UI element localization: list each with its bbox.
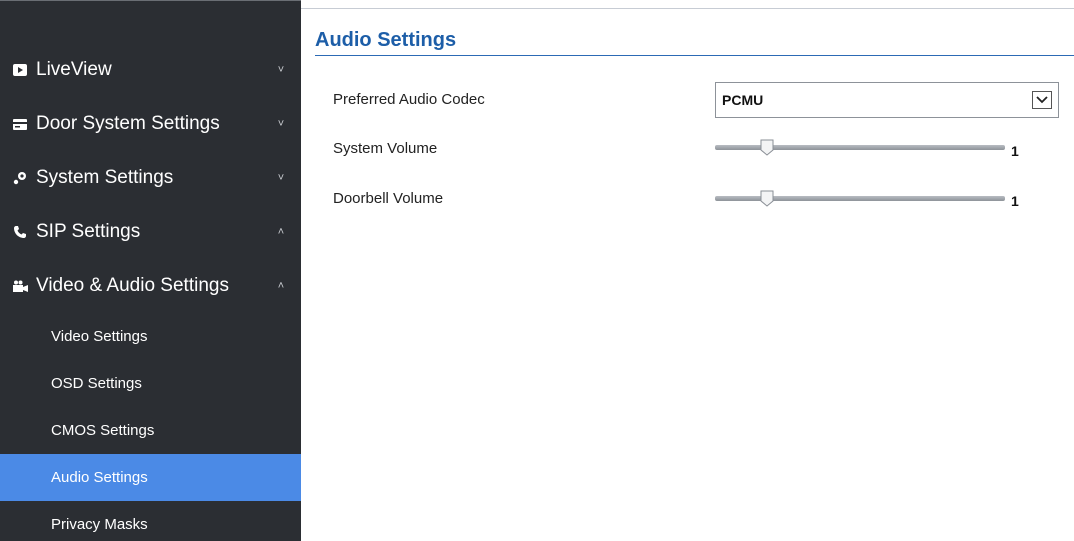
chevron-up-icon: ˄: [277, 280, 285, 292]
play-square-icon: [12, 62, 28, 78]
video-camera-icon: [12, 278, 28, 294]
audio-codec-select[interactable]: PCMU: [715, 82, 1059, 118]
system-gear-icon: [12, 170, 28, 186]
sidebar-item-door-system-settings[interactable]: Door System Settings ˅: [0, 97, 301, 151]
doorbell-volume-label: Doorbell Volume: [333, 190, 444, 207]
slider-thumb[interactable]: [760, 139, 774, 156]
doorbell-volume-value: 1: [1011, 193, 1019, 209]
slider-track: [715, 196, 1005, 201]
main-content: Audio Settings Preferred Audio Codec PCM…: [301, 0, 1074, 541]
system-volume-value: 1: [1011, 143, 1019, 159]
sidebar-subitem-privacy-masks[interactable]: Privacy Masks: [0, 501, 301, 541]
sidebar-item-system-settings[interactable]: System Settings ˅: [0, 151, 301, 205]
sidebar-subitem-osd-settings[interactable]: OSD Settings: [0, 360, 301, 407]
sidebar-item-video-audio-settings[interactable]: Video & Audio Settings ˄: [0, 259, 301, 313]
system-volume-slider[interactable]: [715, 139, 1005, 156]
system-volume-label: System Volume: [333, 140, 438, 157]
top-divider: [301, 8, 1074, 9]
chevron-down-icon: [1032, 91, 1052, 109]
slider-track: [715, 145, 1005, 150]
sidebar-item-sip-settings[interactable]: SIP Settings ˄: [0, 205, 301, 259]
sidebar-item-liveview[interactable]: LiveView ˅: [0, 43, 301, 97]
sidebar-item-label: System Settings: [36, 167, 174, 188]
title-divider: [315, 55, 1074, 56]
sidebar-subitem-audio-settings[interactable]: Audio Settings: [0, 454, 301, 501]
sidebar-subitem-cmos-settings[interactable]: CMOS Settings: [0, 407, 301, 454]
sidebar: LiveView ˅ Door System Settings ˅ System…: [0, 0, 301, 541]
door-card-icon: [12, 116, 28, 132]
slider-thumb[interactable]: [760, 190, 774, 207]
chevron-down-icon: ˅: [277, 172, 285, 184]
sidebar-item-label: LiveView: [36, 59, 112, 80]
codec-selected-value: PCMU: [722, 92, 764, 108]
page-title: Audio Settings: [315, 29, 457, 51]
doorbell-volume-slider[interactable]: [715, 190, 1005, 207]
chevron-down-icon: ˅: [277, 118, 285, 130]
sidebar-subitem-video-settings[interactable]: Video Settings: [0, 313, 301, 360]
sidebar-item-label: SIP Settings: [36, 221, 141, 242]
chevron-up-icon: ˄: [277, 226, 285, 238]
sidebar-item-label: Door System Settings: [36, 113, 220, 134]
phone-icon: [12, 224, 28, 240]
codec-label: Preferred Audio Codec: [333, 91, 485, 108]
chevron-down-icon: ˅: [277, 64, 285, 76]
sidebar-item-label: Video & Audio Settings: [36, 275, 229, 296]
